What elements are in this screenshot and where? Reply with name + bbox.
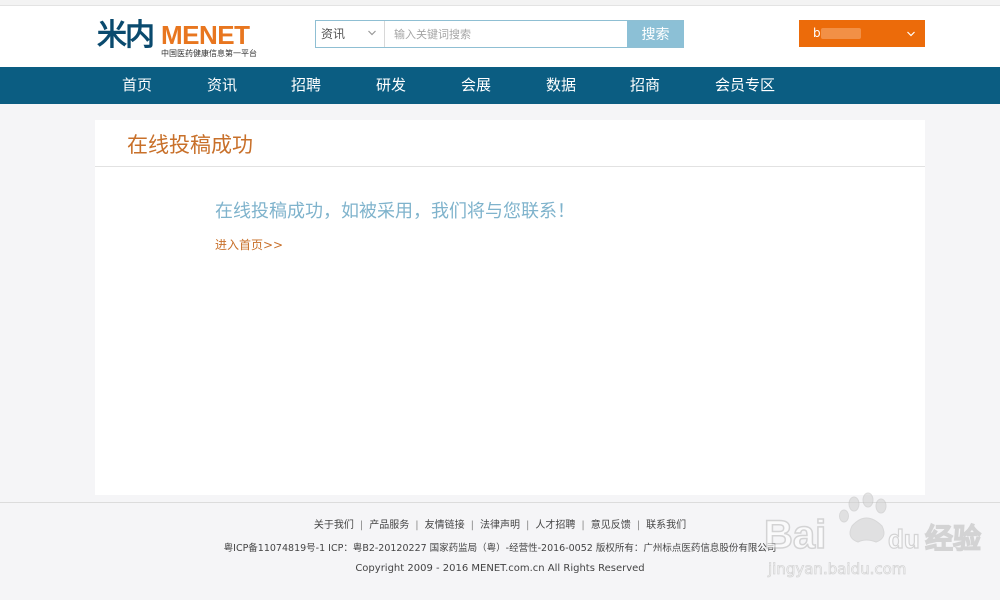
- footer-link-products[interactable]: 产品服务: [369, 520, 409, 531]
- search-category-label: 资讯: [321, 27, 346, 41]
- footer-separator: |: [359, 520, 364, 531]
- nav-item-news[interactable]: 资讯: [207, 67, 237, 104]
- footer-link-legal[interactable]: 法律声明: [480, 520, 520, 531]
- footer-link-careers[interactable]: 人才招聘: [535, 520, 575, 531]
- success-message: 在线投稿成功，如被采用，我们将与您联系！: [215, 201, 575, 222]
- nav-item-data[interactable]: 数据: [546, 67, 576, 104]
- nav-item-investment[interactable]: 招商: [630, 67, 660, 104]
- logo[interactable]: 米内 MENET 中国医药健康信息第一平台: [97, 20, 257, 62]
- watermark-brand-tail: du: [888, 524, 920, 554]
- nav-item-home[interactable]: 首页: [122, 67, 152, 104]
- baidu-jingyan-watermark: Bai du 经验 jingyan.baidu.com: [763, 492, 982, 578]
- nav-item-research[interactable]: 研发: [376, 67, 406, 104]
- nav-item-exhibitions[interactable]: 会展: [461, 67, 491, 104]
- footer-link-about[interactable]: 关于我们: [314, 520, 354, 531]
- footer-separator: |: [526, 520, 530, 531]
- paw-icon: [839, 492, 887, 543]
- nav-item-jobs[interactable]: 招聘: [291, 67, 321, 104]
- watermark-brand-cn: 经验: [925, 522, 981, 555]
- footer-separator: |: [470, 520, 474, 531]
- logo-tagline: 中国医药健康信息第一平台: [161, 49, 257, 58]
- chevron-down-icon: [368, 30, 376, 36]
- footer-link-contact[interactable]: 联系我们: [646, 520, 686, 531]
- user-name: b: [813, 26, 821, 40]
- content-card: 在线投稿成功 在线投稿成功，如被采用，我们将与您联系！ 进入首页>>: [95, 120, 925, 495]
- home-link[interactable]: 进入首页>>: [215, 236, 283, 254]
- chevron-down-icon: [907, 31, 915, 37]
- watermark-brand: Bai: [764, 513, 826, 557]
- search-bar: 资讯 搜索: [315, 20, 684, 48]
- footer-link-feedback[interactable]: 意见反馈: [591, 520, 631, 531]
- logo-brand-cn: 米内: [97, 18, 155, 53]
- title-divider: [95, 166, 925, 167]
- footer-separator: |: [581, 520, 585, 531]
- footer-separator: |: [636, 520, 641, 531]
- footer-separator: |: [415, 520, 419, 531]
- header: 米内 MENET 中国医药健康信息第一平台 资讯 搜索 b: [0, 6, 1000, 67]
- footer-link-friends[interactable]: 友情链接: [425, 520, 465, 531]
- search-category-select[interactable]: 资讯: [316, 21, 385, 47]
- logo-brand-en: MENET: [161, 20, 250, 50]
- page-title: 在线投稿成功: [127, 133, 253, 157]
- search-button[interactable]: 搜索: [627, 21, 684, 47]
- search-input[interactable]: [386, 21, 626, 47]
- nav-item-members[interactable]: 会员专区: [715, 67, 775, 104]
- user-menu-button[interactable]: b: [799, 20, 925, 47]
- user-name-redaction: [821, 28, 861, 39]
- main-nav: 首页 资讯 招聘 研发 会展 数据 招商 会员专区: [0, 67, 1000, 104]
- watermark-url: jingyan.baidu.com: [767, 560, 906, 578]
